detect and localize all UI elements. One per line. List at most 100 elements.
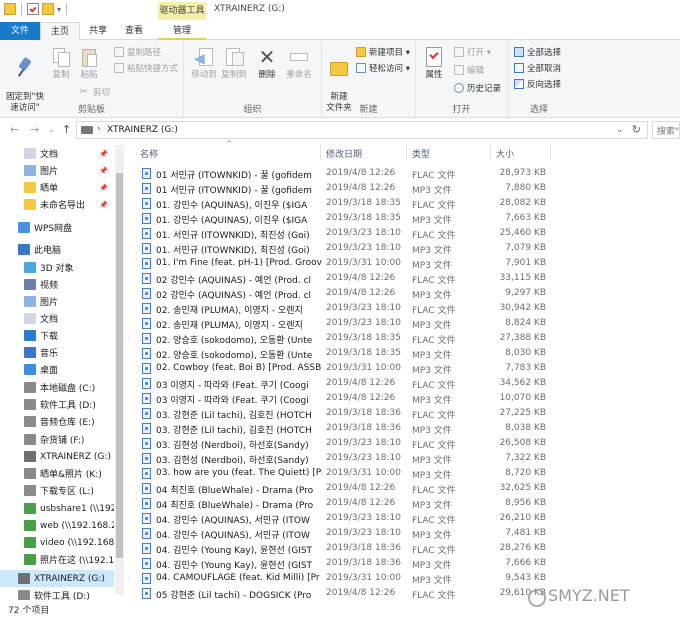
nav-item[interactable]: XTRAINERZ (G:) [0, 570, 114, 587]
nav-item[interactable]: 本地磁盘 (C:) [0, 379, 114, 396]
file-row[interactable]: 03. 강현준 (Lil tachi), 김호진 (HOTCH 2019/3/18… [130, 406, 680, 421]
nav-item[interactable]: 杂货铺 (F:) [0, 431, 114, 448]
copy-path-button[interactable]: 复制路径 [114, 46, 161, 58]
file-row[interactable]: 03 이영지 - 따라와 (Feat. 쿠기 (Coogi 2019/4/8 12… [130, 376, 680, 391]
select-none-button[interactable]: 全部取消 [514, 62, 561, 74]
search-input[interactable]: 搜索"XTRAINERZ (G:)" [652, 121, 680, 139]
nav-item[interactable]: usbshare1 (\\192. [0, 500, 114, 517]
nav-item[interactable]: XTRAINERZ (G:) [0, 448, 114, 465]
nav-item[interactable]: 未命名导出 📌 [0, 196, 114, 213]
refresh-icon[interactable]: ↻ [632, 123, 641, 136]
file-row[interactable]: 02. 송민재 (PLUMA), 이영지 - 오렌지 2019/3/23 18:1… [130, 301, 680, 316]
up-arrow-icon[interactable]: ↑ [62, 123, 71, 136]
nav-item[interactable]: 桌面 [0, 361, 114, 378]
file-row[interactable]: 03. 김현성 (Nerdboi), 하선호(Sandy) 2019/3/23 1… [130, 436, 680, 451]
file-row[interactable]: 04. 강민수 (AQUINAS), 서민규 (ITOW 2019/3/23 18… [130, 526, 680, 541]
file-row[interactable]: 01. 강민수 (AQUINAS), 이진우 ($IGA 2019/3/18 18… [130, 196, 680, 211]
column-header-name[interactable]: 名称 [140, 147, 158, 160]
column-header-date[interactable]: 修改日期 [326, 147, 362, 160]
open-button[interactable]: 打开 ▾ [454, 46, 491, 58]
file-row[interactable]: 04. 강민수 (AQUINAS), 서민규 (ITOW 2019/3/23 18… [130, 511, 680, 526]
file-row[interactable]: 03. 강현준 (Lil tachi), 김호진 (HOTCH 2019/3/18… [130, 421, 680, 436]
file-row[interactable]: 04. CAMOUFLAGE (feat. Kid Milli) [Pr 2019… [130, 571, 680, 586]
nav-item[interactable]: 图片 📌 [0, 162, 114, 179]
file-name: 01. I'm Fine (feat. pH-1) [Prod. Groov [156, 258, 322, 268]
copy-to-button[interactable]: 复制到 [220, 46, 248, 81]
file-row[interactable]: 01. I'm Fine (feat. pH-1) [Prod. Groov 20… [130, 256, 680, 271]
invert-selection-button[interactable]: 反向选择 [514, 78, 561, 90]
pin-icon[interactable]: 📌 [99, 201, 108, 209]
delete-button[interactable]: ✕ 删除 [254, 46, 280, 81]
breadcrumb-current[interactable]: XTRAINERZ (G:) [107, 125, 178, 135]
pin-icon[interactable]: 📌 [99, 150, 108, 158]
properties-icon[interactable] [27, 3, 39, 15]
tab-share[interactable]: 共享 [80, 22, 116, 40]
recent-locations-chevron-icon[interactable]: ⌄ [48, 125, 55, 134]
file-row[interactable]: 04. 김민수 (Young Kay), 윤현선 (GIST 2019/3/18 … [130, 556, 680, 571]
easy-access-button[interactable]: 轻松访问 ▾ [356, 62, 410, 74]
paste-shortcut-button[interactable]: 粘贴快捷方式 [114, 62, 178, 74]
file-row[interactable]: 02 강민수 (AQUINAS) - 예언 (Prod. cl 2019/4/8 … [130, 286, 680, 301]
cut-button[interactable]: ✂ 剪切 [80, 86, 110, 98]
nav-item[interactable]: WPS网盘 [0, 219, 114, 236]
paste-button[interactable]: 粘贴 [76, 46, 102, 81]
file-row[interactable]: 04. 김민수 (Young Kay), 윤현선 (GIST 2019/3/18 … [130, 541, 680, 556]
nav-item[interactable]: 视频 [0, 276, 114, 293]
pin-icon[interactable]: 📌 [99, 184, 108, 192]
new-item-button[interactable]: 新建项目 ▾ [356, 46, 410, 58]
copy-button[interactable]: 复制 [50, 46, 72, 81]
properties-button[interactable]: 属性 [422, 46, 446, 81]
breadcrumb-separator-icon[interactable]: › [97, 124, 101, 134]
tab-manage[interactable]: 管理 [158, 22, 206, 40]
pin-icon[interactable]: 📌 [99, 167, 108, 175]
file-row[interactable]: 04 최진호 (BlueWhale) - Drama (Pro 2019/4/8 … [130, 481, 680, 496]
nav-scrollbar-thumb[interactable] [116, 173, 123, 558]
history-button[interactable]: 历史记录 [454, 82, 501, 94]
nav-item[interactable]: 文档 📌 [0, 145, 114, 162]
file-row[interactable]: 03. how are you (feat. The Quiett) [Pr 20… [130, 466, 680, 481]
nav-item[interactable]: 3D 对象 [0, 259, 114, 276]
file-row[interactable]: 01. 서민규 (ITOWNKID), 최진성 (Goi) 2019/3/23 1… [130, 241, 680, 256]
file-row[interactable]: 02. 양승호 (sokodomo), 오동환 (Unte 2019/3/18 1… [130, 331, 680, 346]
nav-scrollbar[interactable] [115, 145, 124, 595]
nav-item[interactable]: 音频仓库 (E:) [0, 413, 114, 430]
new-folder-icon[interactable] [42, 3, 54, 15]
tab-file[interactable]: 文件 [0, 22, 40, 40]
nav-item[interactable]: 照片在这 (\\192.16 [0, 551, 114, 568]
tab-view[interactable]: 查看 [116, 22, 152, 40]
nav-item[interactable]: 下载 [0, 327, 114, 344]
nav-item[interactable]: 图片 [0, 293, 114, 310]
column-header-type[interactable]: 类型 [412, 147, 430, 160]
address-path-box[interactable]: › XTRAINERZ (G:) ⌄ ↻ [76, 121, 648, 139]
back-arrow-icon[interactable]: ← [10, 123, 19, 136]
select-all-button[interactable]: 全部选择 [514, 46, 561, 58]
file-row[interactable]: 01 서민규 (ITOWNKID) - 꿀 (gofidem 2019/4/8 1… [130, 166, 680, 181]
file-row[interactable]: 02. Cowboy (feat. Boi B) [Prod. ASSB 2019… [130, 361, 680, 376]
tab-home[interactable]: 主页 [40, 22, 80, 40]
column-header-size[interactable]: 大小 [496, 147, 514, 160]
file-row[interactable]: 01. 강민수 (AQUINAS), 이진우 ($IGA 2019/3/18 18… [130, 211, 680, 226]
file-row[interactable]: 04 최진호 (BlueWhale) - Drama (Pro 2019/4/8 … [130, 496, 680, 511]
nav-item[interactable]: 此电脑 [0, 241, 114, 258]
file-row[interactable]: 02. 양승호 (sokodomo), 오동환 (Unte 2019/3/18 1… [130, 346, 680, 361]
nav-item[interactable]: 软件工具 (D:) [0, 396, 114, 413]
file-row[interactable]: 01 서민규 (ITOWNKID) - 꿀 (gofidem 2019/4/8 1… [130, 181, 680, 196]
file-row[interactable]: 03 이영지 - 따라와 (Feat. 쿠기 (Coogi 2019/4/8 12… [130, 391, 680, 406]
rename-button[interactable]: 重命名 [284, 46, 314, 81]
nav-item[interactable]: 文档 [0, 310, 114, 327]
qat-dropdown-icon[interactable]: ▾ [57, 5, 61, 14]
nav-item[interactable]: 晒单 📌 [0, 179, 114, 196]
nav-item[interactable]: 晒单&照片 (K:) [0, 465, 114, 482]
file-row[interactable]: 03. 김현성 (Nerdboi), 하선호(Sandy) 2019/3/23 1… [130, 451, 680, 466]
forward-arrow-icon[interactable]: → [30, 123, 39, 136]
nav-item[interactable]: video (\\192.168.2 [0, 534, 114, 551]
address-dropdown-icon[interactable]: ⌄ [616, 125, 623, 134]
move-to-button[interactable]: ◀ 移动到 [190, 46, 218, 81]
file-row[interactable]: 02. 송민재 (PLUMA), 이영지 - 오렌지 2019/3/23 18:1… [130, 316, 680, 331]
edit-button[interactable]: 编辑 [454, 64, 484, 76]
nav-item[interactable]: web (\\192.168.2.1 [0, 517, 114, 534]
nav-item[interactable]: 下载专区 (L:) [0, 482, 114, 499]
file-row[interactable]: 02 강민수 (AQUINAS) - 예언 (Prod. cl 2019/4/8 … [130, 271, 680, 286]
file-row[interactable]: 01. 서민규 (ITOWNKID), 최진성 (Goi) 2019/3/23 1… [130, 226, 680, 241]
nav-item[interactable]: 音乐 [0, 344, 114, 361]
